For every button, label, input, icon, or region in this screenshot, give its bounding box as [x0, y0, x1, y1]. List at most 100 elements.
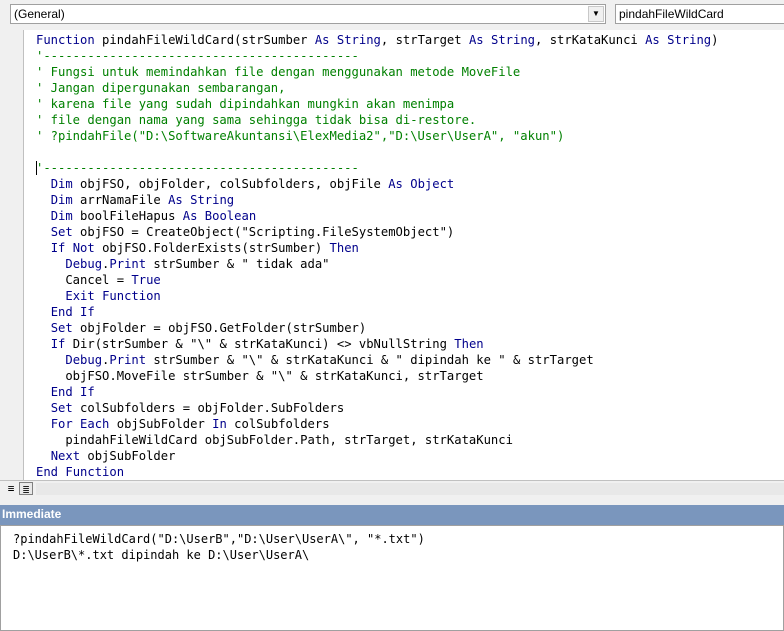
code-text: strSumber & " tidak ada" [146, 257, 330, 271]
code-keyword: End [50, 305, 73, 319]
immediate-window-title: Immediate [0, 505, 784, 525]
code-line[interactable]: objFSO.MoveFile strSumber & "\" & strKat… [36, 368, 784, 384]
code-keyword: If [50, 337, 66, 351]
code-keyword: As [388, 177, 403, 191]
code-line[interactable]: pindahFileWildCard objSubFolder.Path, st… [36, 432, 784, 448]
code-line[interactable]: ' file dengan nama yang sama sehingga ti… [36, 112, 784, 128]
code-keyword: Print [109, 257, 147, 271]
code-text: objFSO, objFolder, colSubfolders, objFil… [72, 177, 389, 191]
code-text: Dir(strSumber & "\" & strKataKunci) <> v… [65, 337, 455, 351]
code-keyword: Then [454, 337, 484, 351]
code-line[interactable]: '---------------------------------------… [36, 48, 784, 64]
code-line[interactable]: Next objSubFolder [36, 448, 784, 464]
code-line[interactable]: Set colSubfolders = objFolder.SubFolders [36, 400, 784, 416]
object-dropdown[interactable]: (General) ▼ [10, 4, 606, 24]
margin-indicator-bar[interactable] [0, 30, 24, 480]
object-dropdown-value: (General) [14, 7, 65, 21]
code-comment: ' file dengan nama yang sama sehingga ti… [36, 113, 477, 127]
code-keyword: As [182, 209, 198, 223]
code-line[interactable]: Function pindahFileWildCard(strSumber As… [36, 32, 784, 48]
code-line[interactable]: ' Fungsi untuk memindahkan file dengan m… [36, 64, 784, 80]
code-keyword: End [50, 385, 73, 399]
code-keyword: As [468, 33, 484, 47]
code-keyword: Debug [65, 257, 103, 271]
code-keyword: Function [36, 33, 95, 47]
code-text: pindahFileWildCard objSubFolder.Path, st… [36, 433, 513, 447]
code-line[interactable]: Dim arrNamaFile As String [36, 192, 784, 208]
code-line[interactable]: For Each objSubFolder In colSubfolders [36, 416, 784, 432]
code-keyword: String [190, 193, 235, 207]
dropdown-arrow-icon[interactable]: ▼ [588, 6, 604, 22]
code-text: objFolder = objFSO.GetFolder(strSumber) [72, 321, 367, 335]
code-comment: '---------------------------------------… [36, 161, 359, 175]
code-text: ) [711, 33, 719, 47]
code-keyword: Debug [65, 353, 103, 367]
code-keyword: End [36, 465, 59, 479]
code-text: objSubFolder [80, 449, 176, 463]
code-line[interactable]: Debug.Print strSumber & "\" & strKataKun… [36, 352, 784, 368]
code-text: , strTarget [380, 33, 469, 47]
code-keyword: Not [72, 241, 95, 255]
code-line[interactable]: End Function [36, 464, 784, 480]
code-line[interactable]: Dim objFSO, objFolder, colSubfolders, ob… [36, 176, 784, 192]
code-line[interactable] [36, 144, 784, 160]
immediate-window[interactable]: ?pindahFileWildCard("D:\UserB","D:\User\… [0, 525, 784, 631]
full-module-view-icon[interactable]: ≣ [19, 482, 33, 496]
pane-splitter[interactable] [0, 497, 784, 505]
procedure-view-icon[interactable]: ≡ [4, 482, 18, 495]
code-editor[interactable]: Function pindahFileWildCard(strSumber As… [0, 30, 784, 480]
code-line[interactable]: End If [36, 384, 784, 400]
code-line[interactable]: Set objFolder = objFSO.GetFolder(strSumb… [36, 320, 784, 336]
code-line[interactable]: Debug.Print strSumber & " tidak ada" [36, 256, 784, 272]
immediate-line: D:\UserB\*.txt dipindah ke D:\User\UserA… [13, 548, 310, 562]
code-line[interactable]: Exit Function [36, 288, 784, 304]
horizontal-scrollbar[interactable] [36, 483, 784, 495]
code-line[interactable]: '---------------------------------------… [36, 160, 784, 176]
code-keyword: Dim [50, 209, 73, 223]
code-line[interactable]: ' Jangan dipergunakan sembarangan, [36, 80, 784, 96]
code-line[interactable]: If Not objFSO.FolderExists(strSumber) Th… [36, 240, 784, 256]
code-comment: '---------------------------------------… [36, 49, 359, 63]
view-bar: ≡ ≣ [0, 480, 784, 497]
code-text: colSubfolders = objFolder.SubFolders [72, 401, 345, 415]
code-keyword: Print [109, 353, 147, 367]
code-text: objFSO.FolderExists(strSumber) [94, 241, 330, 255]
code-line[interactable]: Set objFSO = CreateObject("Scripting.Fil… [36, 224, 784, 240]
code-keyword: For [50, 417, 73, 431]
code-text: objFSO.MoveFile strSumber & "\" & strKat… [36, 369, 484, 383]
code-line[interactable]: ' karena file yang sudah dipindahkan mun… [36, 96, 784, 112]
code-line[interactable]: Dim boolFileHapus As Boolean [36, 208, 784, 224]
code-text: Cancel = [36, 273, 132, 287]
code-text: strSumber & "\" & strKataKunci & " dipin… [146, 353, 594, 367]
code-line[interactable]: If Dir(strSumber & "\" & strKataKunci) <… [36, 336, 784, 352]
code-keyword: String [490, 33, 536, 47]
code-keyword: As [645, 33, 660, 47]
code-text: pindahFileWildCard(strSumber [94, 33, 315, 47]
procedure-dropdown[interactable]: pindahFileWildCard [615, 4, 784, 24]
code-area[interactable]: Function pindahFileWildCard(strSumber As… [36, 32, 784, 480]
code-line[interactable]: ' ?pindahFile("D:\SoftwareAkuntansi\Elex… [36, 128, 784, 144]
code-text: , strKataKunci [535, 33, 646, 47]
code-line[interactable]: Cancel = True [36, 272, 784, 288]
code-keyword: Set [50, 401, 73, 415]
code-line[interactable]: End If [36, 304, 784, 320]
code-comment: ' karena file yang sudah dipindahkan mun… [36, 97, 455, 111]
code-keyword: Dim [50, 193, 73, 207]
immediate-line: ?pindahFileWildCard("D:\UserB","D:\User\… [13, 532, 425, 546]
